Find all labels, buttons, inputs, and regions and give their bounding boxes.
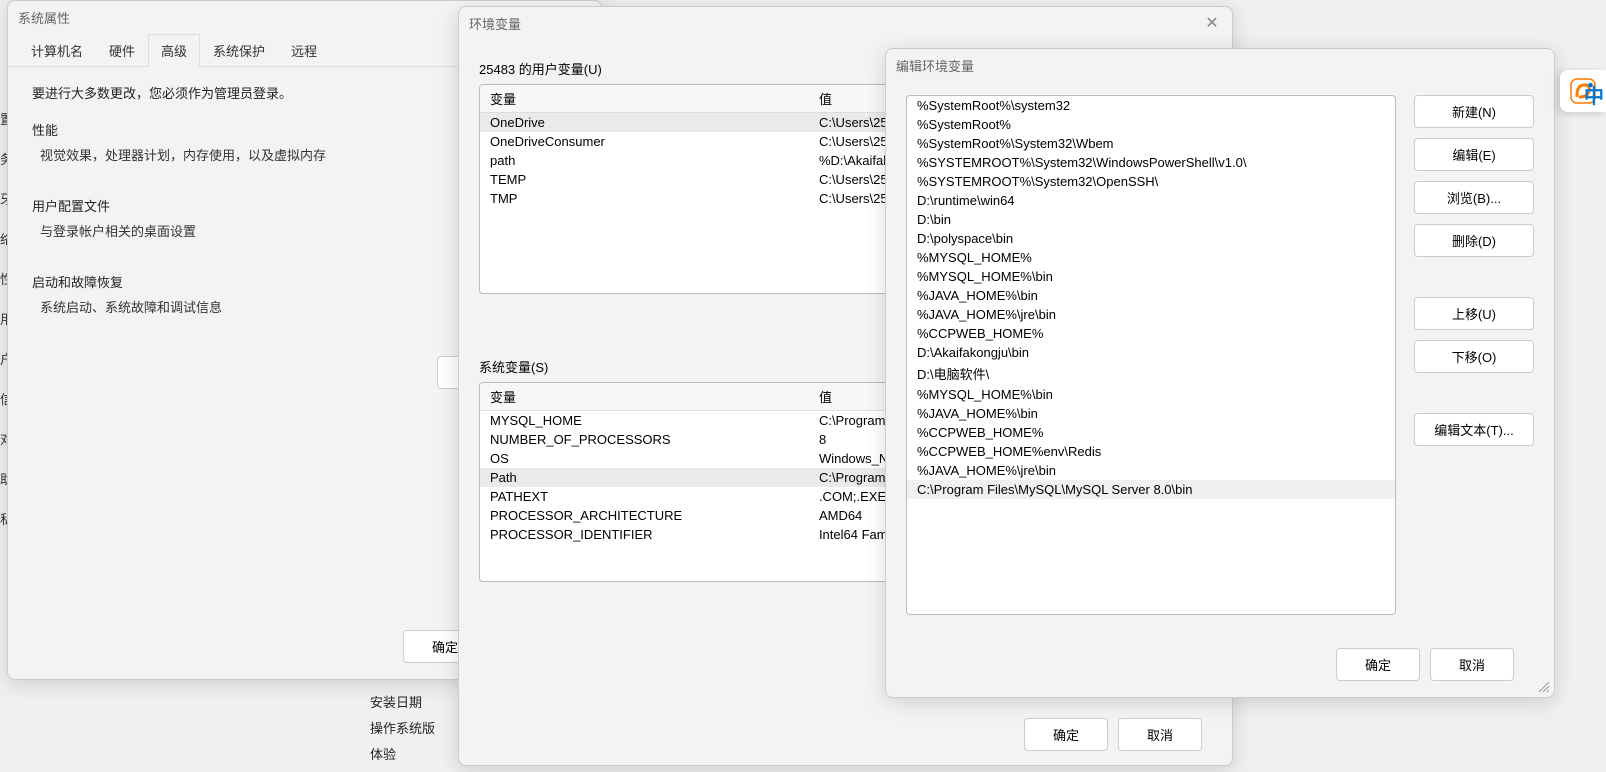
envvars-titlebar: 环境变量 ✕ <box>459 7 1232 39</box>
tab-2[interactable]: 高级 <box>148 34 200 67</box>
path-item[interactable]: D:\polyspace\bin <box>907 229 1395 248</box>
envvars-ok-button[interactable]: 确定 <box>1024 718 1108 751</box>
background-labels: 安装日期 操作系统版 体验 <box>370 690 435 768</box>
path-item[interactable]: %SystemRoot%\System32\Wbem <box>907 134 1395 153</box>
ime-language-indicator: 中 <box>1584 80 1604 109</box>
editenv-ok-button[interactable]: 确定 <box>1336 648 1420 681</box>
col-var-header[interactable]: 变量 <box>480 85 809 113</box>
edit-button[interactable]: 编辑(E) <box>1414 138 1534 171</box>
sysprops-title: 系统属性 <box>18 8 70 27</box>
editenv-titlebar: 编辑环境变量 <box>886 49 1554 81</box>
tab-1[interactable]: 硬件 <box>96 34 148 67</box>
path-item[interactable]: %SystemRoot%\system32 <box>907 96 1395 115</box>
tab-0[interactable]: 计算机名 <box>18 34 96 67</box>
path-item[interactable]: D:\电脑软件\ <box>907 362 1395 385</box>
tab-4[interactable]: 远程 <box>278 34 330 67</box>
editenv-side-buttons: 新建(N) 编辑(E) 浏览(B)... 删除(D) 上移(U) 下移(O) 编… <box>1414 95 1534 615</box>
path-item[interactable]: %JAVA_HOME%\bin <box>907 404 1395 423</box>
path-item[interactable]: %CCPWEB_HOME% <box>907 324 1395 343</box>
path-item[interactable]: D:\Akaifakongju\bin <box>907 343 1395 362</box>
edittext-button[interactable]: 编辑文本(T)... <box>1414 413 1534 446</box>
path-item[interactable]: D:\bin <box>907 210 1395 229</box>
path-item[interactable]: D:\runtime\win64 <box>907 191 1395 210</box>
path-list[interactable]: %SystemRoot%\system32%SystemRoot%%System… <box>906 95 1396 615</box>
path-item[interactable]: %SystemRoot% <box>907 115 1395 134</box>
editenv-cancel-button[interactable]: 取消 <box>1430 648 1514 681</box>
path-item[interactable]: %SYSTEMROOT%\System32\WindowsPowerShell\… <box>907 153 1395 172</box>
tab-3[interactable]: 系统保护 <box>200 34 278 67</box>
movedown-button[interactable]: 下移(O) <box>1414 340 1534 373</box>
editenv-title: 编辑环境变量 <box>896 56 974 75</box>
path-item[interactable]: %CCPWEB_HOME%env\Redis <box>907 442 1395 461</box>
path-item[interactable]: %MYSQL_HOME%\bin <box>907 267 1395 286</box>
delete-button[interactable]: 删除(D) <box>1414 224 1534 257</box>
resize-grip-icon[interactable] <box>1536 679 1550 693</box>
new-button[interactable]: 新建(N) <box>1414 95 1534 128</box>
col-var-header-2[interactable]: 变量 <box>480 383 809 411</box>
moveup-button[interactable]: 上移(U) <box>1414 297 1534 330</box>
envvars-cancel-button[interactable]: 取消 <box>1118 718 1202 751</box>
path-item[interactable]: %JAVA_HOME%\jre\bin <box>907 305 1395 324</box>
path-item[interactable]: C:\Program Files\MySQL\MySQL Server 8.0\… <box>907 480 1395 499</box>
path-item[interactable]: %JAVA_HOME%\bin <box>907 286 1395 305</box>
path-item[interactable]: %MYSQL_HOME% <box>907 248 1395 267</box>
path-item[interactable]: %SYSTEMROOT%\System32\OpenSSH\ <box>907 172 1395 191</box>
path-item[interactable]: %CCPWEB_HOME% <box>907 423 1395 442</box>
close-icon[interactable]: ✕ <box>1202 13 1222 33</box>
path-item[interactable]: %JAVA_HOME%\jre\bin <box>907 461 1395 480</box>
browse-button[interactable]: 浏览(B)... <box>1414 181 1534 214</box>
envvars-title: 环境变量 <box>469 14 521 33</box>
edit-env-dialog: 编辑环境变量 %SystemRoot%\system32%SystemRoot%… <box>885 48 1555 698</box>
path-item[interactable]: %MYSQL_HOME%\bin <box>907 385 1395 404</box>
